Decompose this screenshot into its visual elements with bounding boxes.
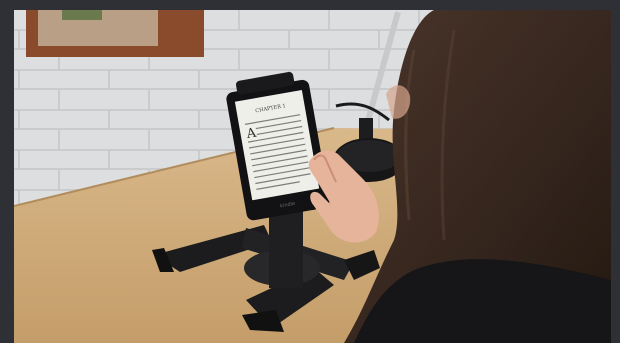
- photo: A CHAPTER 1 kindle: [14, 10, 611, 343]
- photo-frame: A CHAPTER 1 kindle: [0, 0, 620, 343]
- photo-illustration: A CHAPTER 1 kindle: [14, 10, 611, 343]
- wall-picture-frame: [26, 10, 204, 57]
